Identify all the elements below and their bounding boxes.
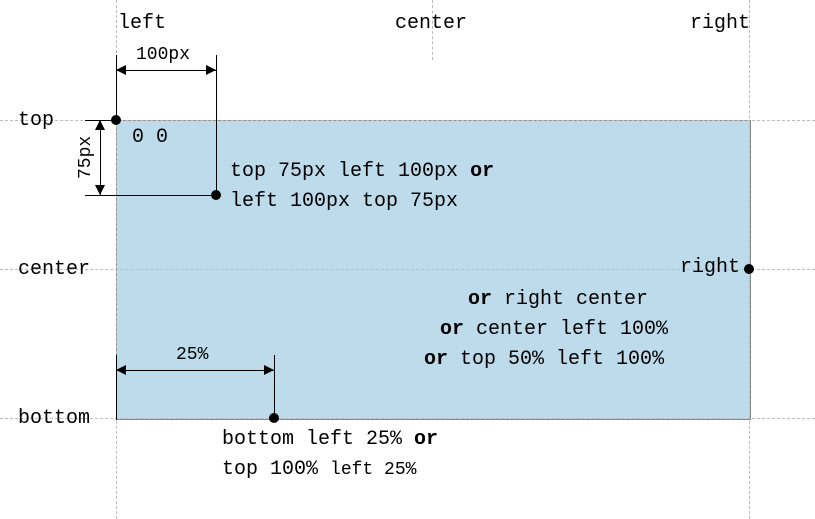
label-right-alt2: or center left 100% — [440, 318, 668, 341]
dim-25pct-label: 25% — [176, 345, 208, 365]
dim-25pct-arrow-left — [116, 365, 126, 375]
label-or-4: or — [424, 348, 448, 371]
label-or-1: or — [470, 160, 494, 183]
label-right-alt2-text: center left 100% — [476, 318, 668, 341]
dim-100px-label: 100px — [136, 45, 190, 65]
label-right-alt3: or top 50% left 100% — [424, 348, 664, 371]
dim-75px-label: 75px — [76, 136, 96, 179]
label-right-alt3-text: top 50% left 100% — [460, 348, 664, 371]
dim-100px-tick-right — [216, 55, 217, 195]
gridline-bottom — [0, 418, 815, 419]
axis-label-left: left — [118, 12, 166, 35]
dim-25pct-line — [116, 370, 274, 371]
dim-75px-tick-bottom — [85, 195, 220, 196]
label-bottom-a: bottom left 25% — [222, 428, 402, 451]
gridline-right — [749, 0, 750, 519]
position-diagram: left center right top center bottom 100p… — [0, 0, 815, 519]
label-offset-b: left 100px top 75px — [230, 190, 458, 213]
point-right-dot — [744, 264, 754, 274]
label-origin: 0 0 — [132, 126, 168, 149]
label-right-alt1: or right center — [468, 288, 648, 311]
axis-label-top: top — [18, 109, 54, 132]
label-or-2: or — [468, 288, 492, 311]
point-origin-dot — [111, 115, 121, 125]
dim-25pct-arrow-right — [264, 365, 274, 375]
dim-75px-line — [100, 120, 101, 195]
axis-label-right: right — [690, 12, 750, 35]
axis-label-center-top: center — [395, 12, 467, 35]
axis-label-bottom: bottom — [18, 407, 90, 430]
point-offset-dot — [211, 190, 221, 200]
dim-75px-arrow-down — [95, 185, 105, 195]
dim-100px-arrow-right — [206, 65, 216, 75]
label-bottom-b-prefix: top 100% — [222, 458, 318, 481]
dim-75px-arrow-up — [95, 120, 105, 130]
gridline-top — [0, 120, 815, 121]
label-right: right — [680, 256, 740, 279]
label-or-3: or — [440, 318, 464, 341]
label-bottom-line1: bottom left 25% or — [222, 428, 438, 451]
label-bottom-line2: top 100% left 25% — [222, 458, 416, 481]
dim-25pct-tick-right — [274, 355, 275, 420]
dim-100px-arrow-left — [116, 65, 126, 75]
axis-label-center-side: center — [18, 258, 90, 281]
label-offset-a: top 75px left 100px — [230, 160, 458, 183]
label-bottom-b-suffix: left 25% — [330, 460, 416, 480]
label-offset-line1: top 75px left 100px or — [230, 160, 494, 183]
dim-100px-line — [116, 70, 216, 71]
point-bottom-dot — [269, 413, 279, 423]
label-or-5: or — [414, 428, 438, 451]
label-right-alt1-text: right center — [504, 288, 648, 311]
